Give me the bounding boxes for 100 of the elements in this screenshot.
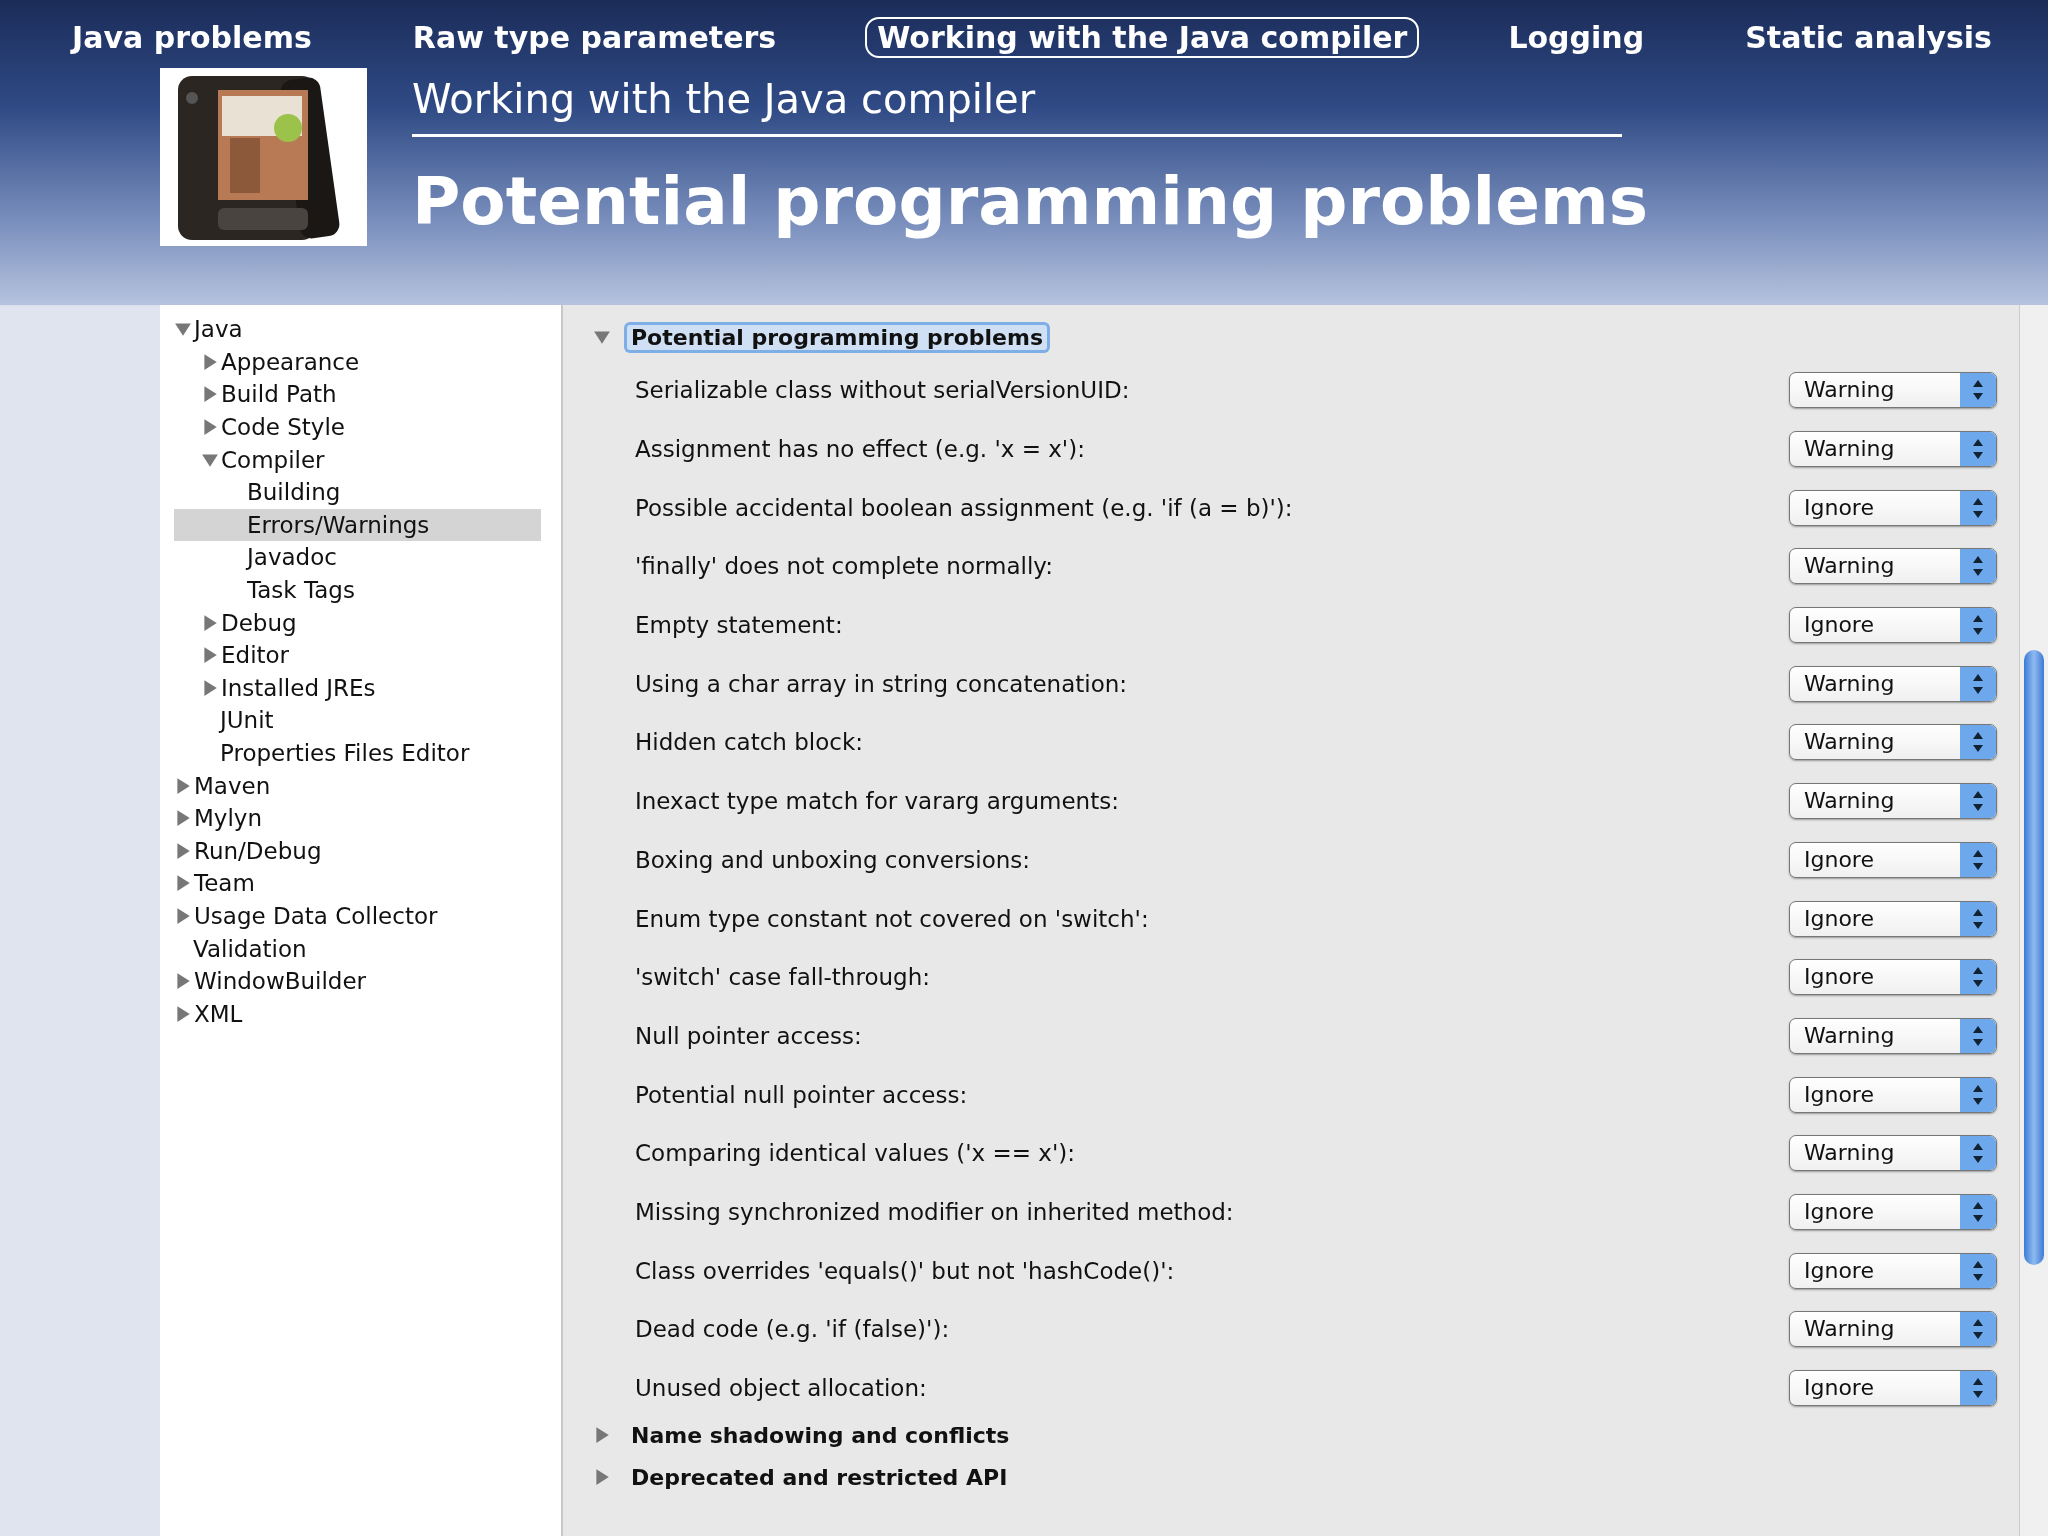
- option-label: Serializable class without serialVersionUID:: [635, 377, 1130, 404]
- slide-subtitle: Working with the Java compiler: [412, 72, 1622, 137]
- severity-dropdown[interactable]: Ignore: [1789, 1252, 1997, 1289]
- option-label: Unused object allocation:: [635, 1375, 927, 1402]
- option-label: Enum type constant not covered on 'switch':: [635, 905, 1149, 932]
- tree-item[interactable]: Maven: [174, 769, 541, 802]
- severity-dropdown[interactable]: Warning: [1789, 372, 1997, 409]
- nav-link[interactable]: Working with the Java compiler: [865, 16, 1420, 58]
- tree-item[interactable]: Editor: [174, 638, 541, 672]
- stepper-arrows-icon: [1960, 432, 1996, 467]
- stepper-arrows-icon: [1960, 1077, 1996, 1112]
- option-label: Inexact type match for vararg arguments:: [635, 788, 1119, 815]
- collapsed-triangle-icon[interactable]: [201, 646, 219, 665]
- severity-dropdown[interactable]: Ignore: [1789, 607, 1997, 644]
- stepper-arrows-icon: [1960, 784, 1996, 819]
- tree-item[interactable]: Usage Data Collector: [174, 899, 541, 933]
- stepper-arrows-icon: [1960, 549, 1996, 584]
- option-label: Missing synchronized modifier on inherited method:: [635, 1198, 1234, 1225]
- stepper-arrows-icon: [1960, 1018, 1996, 1053]
- severity-dropdown[interactable]: Ignore: [1789, 489, 1997, 526]
- stepper-arrows-icon: [1960, 901, 1996, 936]
- tree-item[interactable]: Java: [174, 313, 541, 346]
- severity-dropdown[interactable]: Warning: [1789, 724, 1997, 761]
- nav-link[interactable]: Java problems: [60, 16, 324, 58]
- stepper-arrows-icon: [1960, 842, 1996, 877]
- tree-item[interactable]: Build Path: [174, 378, 541, 411]
- stepper-arrows-icon: [1960, 725, 1996, 760]
- severity-dropdown[interactable]: Warning: [1789, 431, 1997, 468]
- section-title[interactable]: Name shadowing and conflicts: [627, 1422, 1014, 1448]
- collapsed-triangle-icon[interactable]: [593, 1426, 611, 1445]
- stepper-arrows-icon: [1960, 960, 1996, 995]
- tree-item[interactable]: Javadoc: [174, 541, 541, 574]
- stepper-arrows-icon: [1960, 608, 1996, 643]
- collapsed-triangle-icon[interactable]: [201, 418, 219, 437]
- tree-item[interactable]: Installed JREs: [174, 671, 541, 705]
- tree-item[interactable]: Run/Debug: [174, 834, 541, 868]
- stepper-arrows-icon: [1960, 1136, 1996, 1171]
- option-label: Empty statement:: [635, 612, 843, 639]
- severity-dropdown[interactable]: Warning: [1789, 1135, 1997, 1172]
- section-title[interactable]: Potential programming problems: [627, 324, 1047, 350]
- option-label: Boxing and unboxing conversions:: [635, 846, 1031, 873]
- option-label: 'switch' case fall-through:: [635, 964, 930, 991]
- severity-dropdown[interactable]: Ignore: [1789, 1193, 1997, 1230]
- option-label: Hidden catch block:: [635, 729, 863, 756]
- severity-dropdown[interactable]: Warning: [1789, 665, 1997, 702]
- severity-dropdown[interactable]: Ignore: [1789, 841, 1997, 878]
- tree-item[interactable]: Task Tags: [174, 573, 541, 607]
- option-label: 'finally' does not complete normally:: [635, 553, 1053, 580]
- option-label: Comparing identical values ('x == x'):: [635, 1140, 1075, 1167]
- section-title[interactable]: Deprecated and restricted API: [627, 1464, 1012, 1490]
- severity-dropdown[interactable]: Warning: [1789, 1017, 1997, 1054]
- stepper-arrows-icon: [1960, 373, 1996, 408]
- expanded-triangle-icon[interactable]: [593, 328, 611, 346]
- option-label: Assignment has no effect (e.g. 'x = x'):: [635, 436, 1085, 463]
- severity-dropdown[interactable]: Ignore: [1789, 900, 1997, 937]
- stepper-arrows-icon: [1960, 490, 1996, 525]
- tree-item[interactable]: Properties Files Editor: [174, 736, 541, 770]
- nav-link[interactable]: Raw type parameters: [400, 16, 789, 58]
- tree-item[interactable]: Team: [174, 867, 541, 900]
- severity-dropdown[interactable]: Warning: [1789, 548, 1997, 585]
- option-label: Dead code (e.g. 'if (false)'):: [635, 1316, 950, 1343]
- tree-item[interactable]: JUnit: [174, 704, 541, 737]
- option-label: Null pointer access:: [635, 1022, 862, 1049]
- tree-item[interactable]: Debug: [174, 606, 541, 639]
- collapsed-triangle-icon[interactable]: [174, 907, 192, 925]
- stepper-arrows-icon: [1960, 1312, 1996, 1347]
- severity-dropdown[interactable]: Ignore: [1789, 1370, 1997, 1407]
- tree-item[interactable]: Appearance: [174, 345, 541, 379]
- collapsed-triangle-icon[interactable]: [174, 874, 192, 893]
- severity-dropdown[interactable]: Warning: [1789, 783, 1997, 820]
- severity-dropdown[interactable]: Warning: [1789, 1311, 1997, 1348]
- collapsed-triangle-icon[interactable]: [174, 841, 192, 860]
- severity-dropdown[interactable]: Ignore: [1789, 959, 1997, 996]
- nav-link[interactable]: Logging: [1496, 16, 1657, 58]
- stepper-arrows-icon: [1960, 1194, 1996, 1229]
- tree-item[interactable]: Errors/Warnings: [174, 508, 541, 542]
- collapsed-triangle-icon[interactable]: [201, 678, 219, 697]
- slide-title: Potential programming problems: [412, 162, 1648, 242]
- collapsed-triangle-icon[interactable]: [201, 385, 219, 404]
- tree-item[interactable]: Compiler: [174, 443, 541, 476]
- tree-item[interactable]: Code Style: [174, 410, 541, 444]
- collapsed-triangle-icon[interactable]: [174, 809, 192, 828]
- collapsed-triangle-icon[interactable]: [201, 352, 219, 371]
- option-label: Class overrides 'equals()' but not 'hashCode()':: [635, 1257, 1175, 1284]
- option-label: Using a char array in string concatenation:: [635, 670, 1128, 697]
- collapsed-triangle-icon[interactable]: [174, 776, 192, 795]
- tree-item[interactable]: WindowBuilder: [174, 964, 541, 998]
- collapsed-triangle-icon[interactable]: [174, 972, 192, 991]
- collapsed-triangle-icon[interactable]: [593, 1468, 611, 1487]
- collapsed-triangle-icon[interactable]: [201, 613, 219, 632]
- option-label: Possible accidental boolean assignment (e.g. 'if (a = b)'):: [635, 494, 1293, 521]
- collapsed-triangle-icon[interactable]: [174, 1004, 192, 1023]
- severity-dropdown[interactable]: Ignore: [1789, 1076, 1997, 1113]
- tree-item[interactable]: XML: [174, 997, 541, 1031]
- nav-link[interactable]: Static analysis: [1733, 16, 2004, 58]
- tree-item[interactable]: Validation: [174, 932, 541, 965]
- stepper-arrows-icon: [1960, 1253, 1996, 1288]
- tree-item[interactable]: Building: [174, 475, 541, 509]
- tree-item[interactable]: Mylyn: [174, 801, 541, 835]
- scrollbar[interactable]: [2019, 305, 2048, 1536]
